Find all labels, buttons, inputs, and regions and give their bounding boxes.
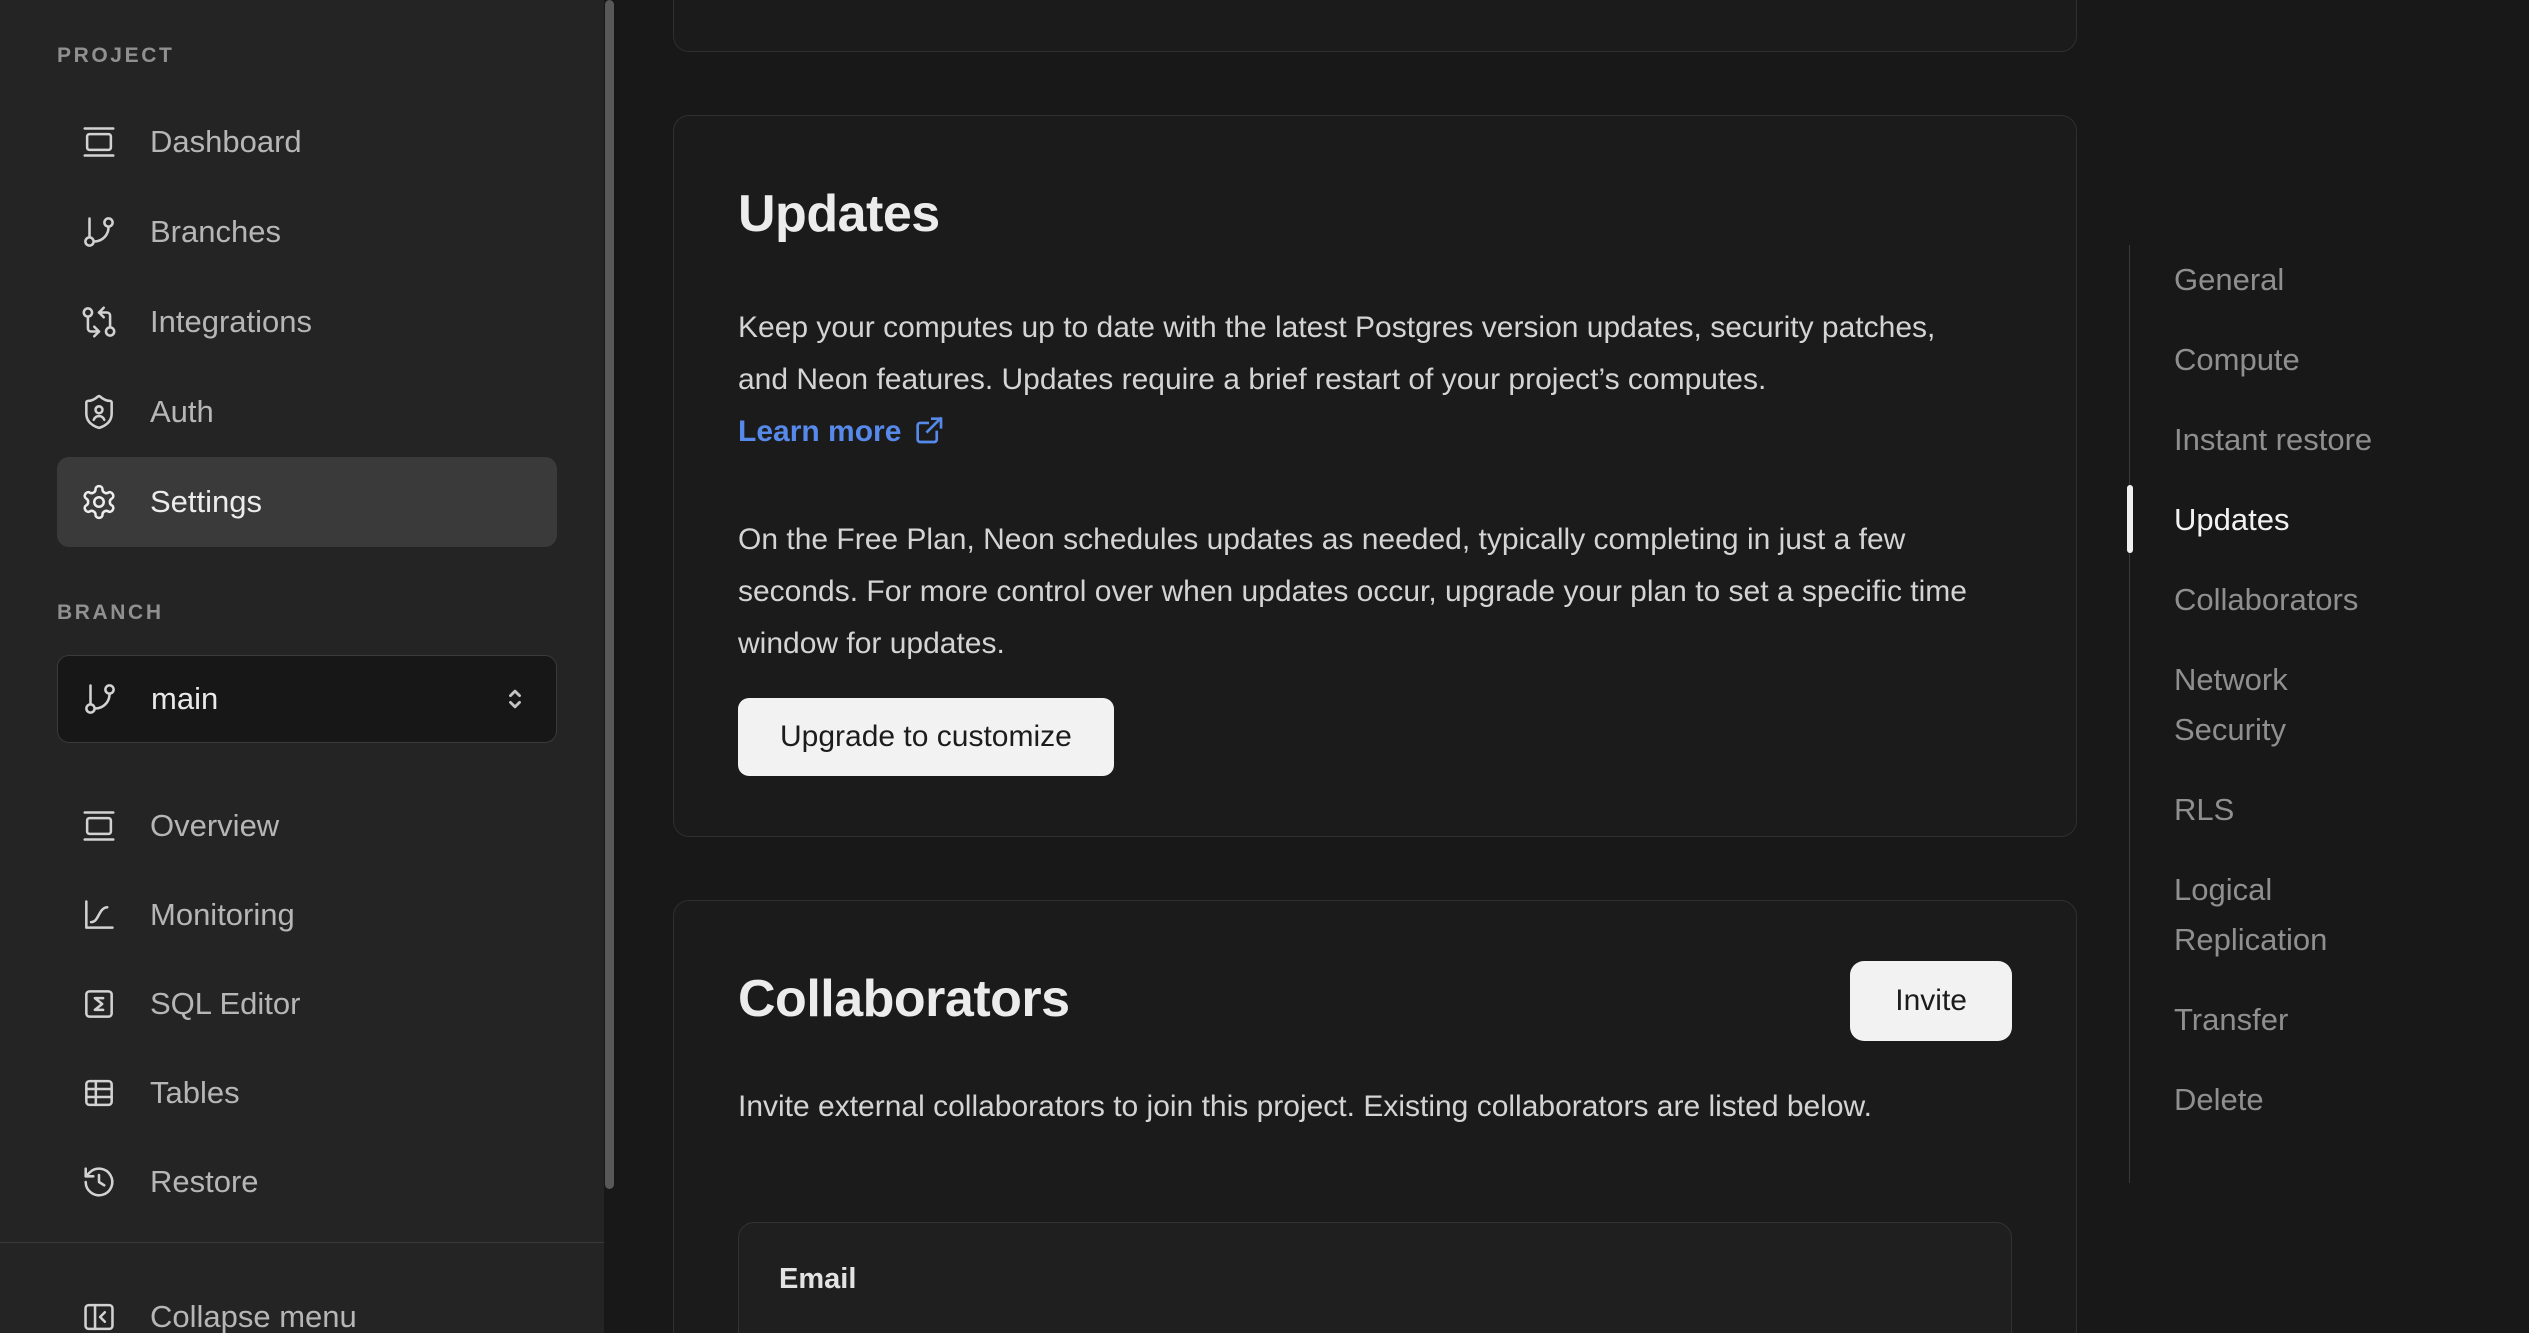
dashboard-icon bbox=[80, 123, 118, 161]
sidebar-item-label: Monitoring bbox=[150, 897, 295, 933]
sidebar-item-label: Overview bbox=[150, 808, 279, 844]
integrations-icon bbox=[80, 303, 118, 341]
restore-icon bbox=[80, 1163, 118, 1201]
branch-selector[interactable]: main bbox=[57, 655, 557, 743]
sidebar-footer-divider bbox=[0, 1242, 604, 1243]
section-nav-item[interactable]: Delete bbox=[2130, 1075, 2400, 1125]
section-nav-item-label: Delete bbox=[2174, 1082, 2264, 1117]
sidebar-item[interactable]: Tables bbox=[57, 1048, 557, 1137]
previous-card-partial bbox=[673, 0, 2077, 52]
section-nav-item-label: RLS bbox=[2174, 792, 2234, 827]
project-nav: Dashboard Branches Integrations Auth bbox=[57, 97, 557, 547]
branch-nav: Overview Monitoring SQL Editor Tables bbox=[57, 781, 557, 1226]
section-nav-item-label: Updates bbox=[2174, 502, 2289, 537]
sidebar-item-label: Settings bbox=[150, 484, 262, 520]
section-nav-item-label: Compute bbox=[2174, 342, 2300, 377]
settings-icon bbox=[80, 483, 118, 521]
collaborators-table: Email bbox=[738, 1222, 2012, 1333]
sidebar-item-label: SQL Editor bbox=[150, 986, 300, 1022]
branches-icon bbox=[80, 213, 118, 251]
updates-card: Updates Keep your computes up to date wi… bbox=[673, 115, 2077, 837]
section-nav-item[interactable]: Updates bbox=[2130, 495, 2400, 545]
project-sidebar: PROJECT Dashboard Branches Integrations bbox=[0, 0, 604, 1333]
section-nav-item[interactable]: General bbox=[2130, 255, 2400, 305]
overview-icon bbox=[80, 807, 118, 845]
sidebar-item[interactable]: Auth bbox=[57, 367, 557, 457]
sidebar-item-label: Tables bbox=[150, 1075, 240, 1111]
section-nav-item[interactable]: RLS bbox=[2130, 785, 2400, 835]
section-nav-item-label: Instant restore bbox=[2174, 422, 2372, 457]
sidebar-item-label: Auth bbox=[150, 394, 214, 430]
project-section-label: PROJECT bbox=[57, 44, 174, 68]
sidebar-item[interactable]: Overview bbox=[57, 781, 557, 870]
section-nav-item-label: General bbox=[2174, 262, 2284, 297]
chevrons-up-down-icon bbox=[498, 682, 532, 716]
collapse-menu-button[interactable]: Collapse menu bbox=[57, 1272, 557, 1333]
auth-icon bbox=[80, 393, 118, 431]
sidebar-scrollbar-thumb[interactable] bbox=[605, 0, 614, 1189]
neon-console-screen: PROJECT Dashboard Branches Integrations bbox=[0, 0, 2529, 1333]
section-nav-item[interactable]: Transfer bbox=[2130, 995, 2400, 1045]
collaborators-card-title: Collaborators bbox=[738, 969, 1070, 1029]
tables-icon bbox=[80, 1074, 118, 1112]
sidebar-item[interactable]: Settings bbox=[57, 457, 557, 547]
updates-card-title: Updates bbox=[738, 184, 940, 244]
external-link-icon bbox=[913, 411, 945, 443]
collaborators-description: Invite external collaborators to join th… bbox=[738, 1081, 1968, 1133]
monitoring-icon bbox=[80, 896, 118, 934]
sidebar-item[interactable]: Branches bbox=[57, 187, 557, 277]
sidebar-item[interactable]: Integrations bbox=[57, 277, 557, 367]
updates-free-plan-text: On the Free Plan, Neon schedules updates… bbox=[738, 514, 1968, 670]
sidebar-item[interactable]: SQL Editor bbox=[57, 959, 557, 1048]
section-nav-item-label: Logical Replication bbox=[2174, 872, 2327, 957]
sidebar-item-label: Dashboard bbox=[150, 124, 302, 160]
learn-more-link[interactable]: Learn more bbox=[738, 415, 945, 448]
section-nav-item[interactable]: Compute bbox=[2130, 335, 2400, 385]
updates-intro-text: Keep your computes up to date with the l… bbox=[738, 302, 1968, 458]
section-nav-item[interactable]: Logical Replication bbox=[2130, 865, 2400, 965]
sidebar-item[interactable]: Restore bbox=[57, 1137, 557, 1226]
email-column-header: Email bbox=[779, 1259, 856, 1299]
section-nav-item[interactable]: Instant restore bbox=[2130, 415, 2400, 465]
learn-more-label: Learn more bbox=[738, 415, 901, 448]
sidebar-item[interactable]: Dashboard bbox=[57, 97, 557, 187]
branch-selector-value: main bbox=[151, 681, 218, 717]
collaborators-card: Collaborators Invite Invite external col… bbox=[673, 900, 2077, 1333]
branch-section-label: BRANCH bbox=[57, 601, 164, 625]
collapse-menu-icon bbox=[80, 1298, 118, 1333]
sidebar-item-label: Branches bbox=[150, 214, 281, 250]
settings-section-nav: General Compute Instant restore Updates … bbox=[2129, 245, 2429, 1183]
collapse-menu-label: Collapse menu bbox=[150, 1299, 357, 1333]
git-branch-icon bbox=[81, 680, 119, 718]
section-nav-item-label: Transfer bbox=[2174, 1002, 2288, 1037]
upgrade-to-customize-button[interactable]: Upgrade to customize bbox=[738, 698, 1114, 776]
sidebar-item-label: Integrations bbox=[150, 304, 312, 340]
section-nav-item-label: Collaborators bbox=[2174, 582, 2358, 617]
section-nav-item[interactable]: Collaborators bbox=[2130, 575, 2400, 625]
section-nav-item[interactable]: Network Security bbox=[2130, 655, 2400, 755]
invite-button[interactable]: Invite bbox=[1850, 961, 2012, 1041]
section-nav-item-label: Network Security bbox=[2174, 662, 2288, 747]
updates-intro-span: Keep your computes up to date with the l… bbox=[738, 311, 1935, 396]
sql-editor-icon bbox=[80, 985, 118, 1023]
sidebar-item[interactable]: Monitoring bbox=[57, 870, 557, 959]
sidebar-item-label: Restore bbox=[150, 1164, 259, 1200]
